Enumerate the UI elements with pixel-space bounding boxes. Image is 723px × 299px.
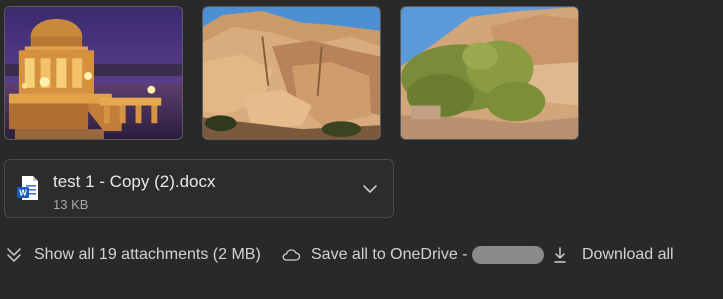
file-size: 13 KB: [53, 197, 89, 212]
attachment-file-card[interactable]: W test 1 - Copy (2).docx 13 KB: [4, 159, 394, 218]
save-all-onedrive-button[interactable]: Save all to OneDrive -: [281, 240, 544, 270]
save-all-label: Save all to OneDrive -: [311, 246, 468, 263]
palace-at-night-image: [5, 7, 182, 139]
download-all-label: Download all: [582, 246, 674, 263]
attachment-thumbnail-palace[interactable]: [4, 6, 183, 140]
svg-text:W: W: [19, 189, 27, 198]
attachment-thumbnail-rocks[interactable]: [202, 6, 381, 140]
show-all-label: Show all 19 attachments (2 MB): [34, 246, 261, 263]
word-document-icon: W: [17, 176, 38, 200]
cloud-icon: [282, 249, 301, 261]
file-name: test 1 - Copy (2).docx: [53, 172, 216, 191]
attachment-actions: Show all 19 attachments (2 MB) Save all …: [0, 240, 723, 270]
double-chevron-down-icon: [7, 248, 21, 262]
download-icon: [554, 247, 566, 263]
download-all-button[interactable]: Download all: [552, 240, 674, 270]
show-all-attachments-button[interactable]: Show all 19 attachments (2 MB): [5, 240, 261, 270]
desert-shrub-image: [401, 7, 578, 139]
rock-formation-image: [203, 7, 380, 139]
attachment-thumbnail-shrub[interactable]: [400, 6, 579, 140]
chevron-down-icon[interactable]: [361, 180, 379, 198]
redacted-account-name: [471, 246, 544, 264]
